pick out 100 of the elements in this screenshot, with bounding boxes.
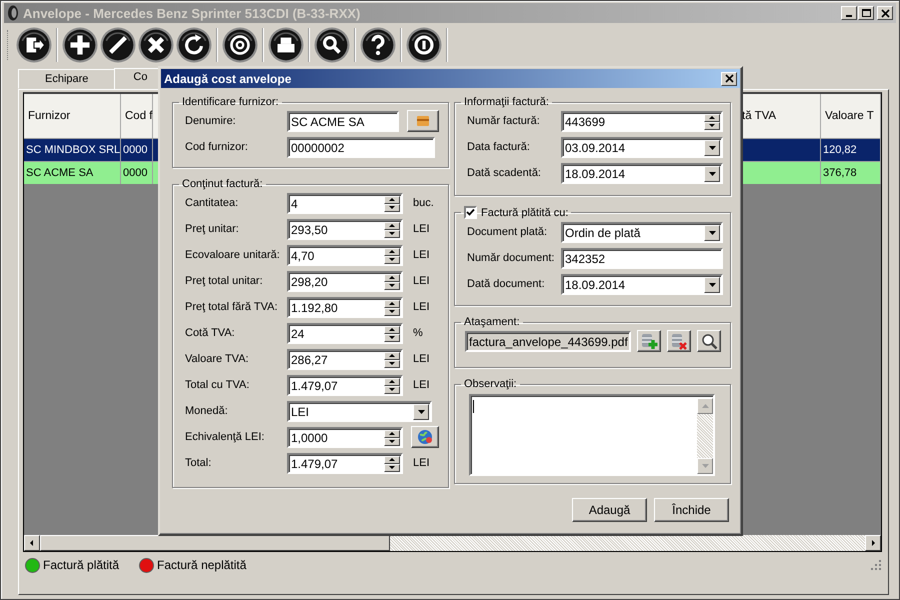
file-field[interactable]: factura_anvelope_443699.pdf: [465, 330, 631, 352]
table-cell: 0000: [121, 162, 153, 184]
dropdown-field[interactable]: 18.09.2014: [561, 162, 723, 184]
field-label: Echivalenţă LEI:: [185, 431, 266, 443]
field-label: Denumire:: [185, 115, 237, 127]
dropdown-field[interactable]: Ordin de plată: [561, 222, 723, 242]
resize-grip-icon[interactable]: [870, 559, 882, 571]
number-field[interactable]: 4,70: [287, 244, 403, 266]
number-field[interactable]: 1,0000: [287, 426, 403, 448]
dropdown-button[interactable]: [704, 224, 720, 240]
view-attachment-button[interactable]: [697, 330, 721, 352]
field-label: Ecovaloare unitară:: [185, 249, 281, 261]
right-arrow-icon[interactable]: [869, 539, 877, 547]
number-field[interactable]: 1.192,80: [287, 296, 403, 318]
spinner[interactable]: [384, 248, 400, 264]
left-arrow-icon[interactable]: [28, 539, 36, 547]
unit-label: LEI: [413, 275, 430, 287]
number-field[interactable]: 4: [287, 192, 403, 214]
number-field[interactable]: 443699: [561, 110, 723, 132]
globe-icon: [417, 429, 433, 445]
spinner[interactable]: [384, 430, 400, 446]
unit-label: %: [413, 327, 423, 339]
dropdown-button[interactable]: [704, 276, 720, 292]
number-field[interactable]: 293,50: [287, 218, 403, 240]
add-icon[interactable]: [62, 27, 98, 63]
spinner[interactable]: [384, 352, 400, 368]
number-field[interactable]: 24: [287, 322, 403, 344]
number-field[interactable]: 1.479,07: [287, 452, 403, 474]
power-icon[interactable]: [406, 27, 442, 63]
spinner[interactable]: [704, 114, 720, 130]
dialog-button[interactable]: Închide: [654, 498, 729, 522]
tab[interactable]: Echipare: [18, 69, 116, 89]
group-label: Ataşament:: [464, 316, 520, 328]
caret-icon: [708, 172, 716, 176]
field-label: Preţ unitar:: [185, 223, 240, 235]
dropdown-field[interactable]: LEI: [287, 400, 432, 422]
group-label: Factură plătită cu:: [481, 206, 568, 218]
legend-label: Factură plătită: [43, 558, 120, 572]
field-label: Dată scadentă:: [467, 167, 542, 179]
table-cell: 376,78: [821, 162, 881, 184]
box-icon: [416, 115, 430, 127]
close-button[interactable]: [877, 6, 893, 20]
spinner[interactable]: [384, 274, 400, 290]
field-label: Valoare TVA:: [185, 353, 250, 365]
spinner[interactable]: [384, 378, 400, 394]
field-label: Monedă:: [185, 405, 229, 417]
browse-button[interactable]: [407, 110, 439, 132]
dropdown-button[interactable]: [704, 166, 720, 182]
edit-icon[interactable]: [100, 27, 136, 63]
text-field[interactable]: SC ACME SA: [287, 110, 399, 132]
field-label: Total cu TVA:: [185, 379, 250, 391]
number-field[interactable]: 286,27: [287, 348, 403, 370]
minimize-icon: [846, 15, 852, 17]
field-label: Număr factură:: [467, 115, 541, 127]
group-label: Observaţii:: [464, 378, 517, 390]
window-title: Anvelope - Mercedes Benz Sprinter 513CDI (B-33-RXX): [23, 6, 362, 20]
caret-icon: [708, 230, 716, 234]
minimize-button[interactable]: [841, 6, 857, 20]
currency-button[interactable]: [411, 426, 439, 448]
close-icon: [724, 73, 734, 84]
database-x-icon: [670, 332, 688, 350]
unit-label: LEI: [413, 379, 430, 391]
maximize-button[interactable]: [858, 6, 874, 20]
unit-label: LEI: [413, 301, 430, 313]
attach-button[interactable]: [637, 330, 661, 352]
text-field[interactable]: 342352: [561, 248, 723, 268]
refresh-icon[interactable]: [176, 27, 212, 63]
unit-label: LEI: [413, 223, 430, 235]
caret-icon: [418, 410, 424, 414]
remove-attachment-button[interactable]: [667, 330, 691, 352]
delete-icon[interactable]: [138, 27, 174, 63]
dialog-button[interactable]: Adaugă: [572, 498, 647, 522]
spinner[interactable]: [384, 196, 400, 212]
search-icon[interactable]: [314, 27, 350, 63]
unit-label: LEI: [413, 249, 430, 261]
checkbox[interactable]: [464, 206, 477, 219]
dropdown-field[interactable]: 03.09.2014: [561, 136, 723, 158]
spinner[interactable]: [384, 222, 400, 238]
printer-icon[interactable]: [268, 27, 304, 63]
dialog-title: Adaugă cost anvelope: [164, 72, 292, 86]
number-field[interactable]: 1.479,07: [287, 374, 403, 396]
notes-field[interactable]: [469, 394, 715, 476]
spinner[interactable]: [384, 456, 400, 472]
dropdown-field[interactable]: 18.09.2014: [561, 274, 723, 294]
spinner[interactable]: [384, 326, 400, 342]
group-label: Identificare furnizor:: [182, 96, 279, 108]
help-icon[interactable]: [360, 27, 396, 63]
unit-label: buc.: [413, 197, 434, 209]
dropdown-button[interactable]: [704, 140, 720, 156]
spinner[interactable]: [384, 300, 400, 316]
maximize-icon: [860, 8, 872, 18]
dropdown-button[interactable]: [413, 404, 429, 420]
exit-icon[interactable]: [16, 27, 52, 63]
text-field[interactable]: 00000002: [287, 136, 435, 158]
unit-label: LEI: [413, 457, 430, 469]
horizontal-scrollbar[interactable]: [24, 535, 881, 551]
number-field[interactable]: 298,20: [287, 270, 403, 292]
field-label: Cantitatea:: [185, 197, 240, 209]
close-icon: [880, 8, 890, 18]
close-button[interactable]: [721, 72, 737, 86]
